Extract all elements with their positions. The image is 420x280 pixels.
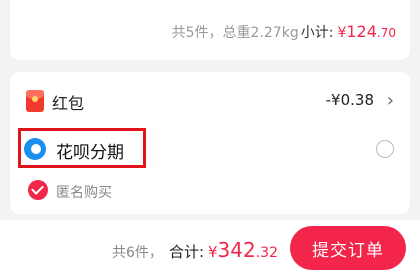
checkmark-circle-icon[interactable] bbox=[28, 180, 48, 200]
red-packet-row[interactable]: 红包 -¥0.38 › bbox=[10, 84, 410, 118]
subtotal-integer: 124 bbox=[346, 22, 377, 41]
order-summary-card: 共5件，总重2.27kg 小计: ¥ 124 .70 bbox=[10, 0, 410, 60]
anonymous-label: 匿名购买 bbox=[56, 185, 112, 201]
total-count: 共6件， bbox=[112, 245, 163, 261]
red-packet-amount: -¥0.38 bbox=[325, 91, 374, 109]
huabei-icon bbox=[24, 138, 46, 160]
total-currency: ¥ bbox=[208, 243, 218, 261]
red-packet-icon bbox=[26, 90, 44, 112]
submit-order-button[interactable]: 提交订单 bbox=[290, 226, 406, 270]
subtotal-row: 共5件，总重2.27kg 小计: ¥ 124 .70 bbox=[172, 22, 396, 42]
item-count-weight: 共5件，总重2.27kg bbox=[171, 25, 299, 41]
red-packet-label: 红包 bbox=[52, 94, 85, 113]
huabei-label: 花呗分期 bbox=[56, 143, 124, 163]
anonymous-purchase-row[interactable]: 匿名购买 bbox=[10, 176, 410, 206]
total-integer: 342 bbox=[217, 238, 256, 262]
checkout-bar: 共6件， 合计: ¥ 342 .32 提交订单 bbox=[0, 220, 420, 280]
huabei-installment-row[interactable]: 花呗分期 bbox=[10, 128, 410, 170]
subtotal-label: 小计: bbox=[300, 25, 334, 41]
huabei-radio[interactable] bbox=[376, 140, 394, 158]
payment-options-card: 红包 -¥0.38 › 花呗分期 匿名购买 bbox=[10, 72, 410, 214]
total-label: 合计: bbox=[168, 243, 204, 261]
total-decimal: .32 bbox=[255, 245, 278, 261]
total-row: 共6件， 合计: ¥ 342 .32 bbox=[112, 238, 278, 262]
chevron-right-icon: › bbox=[386, 90, 394, 111]
subtotal-decimal: .70 bbox=[376, 26, 396, 40]
subtotal-currency: ¥ bbox=[337, 25, 347, 41]
